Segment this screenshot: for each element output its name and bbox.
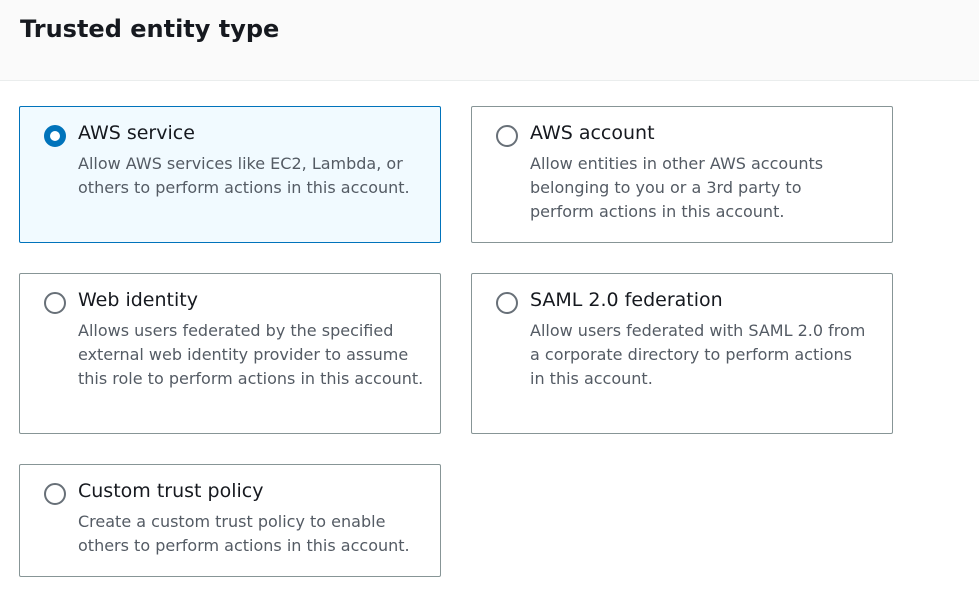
radio-web-identity[interactable] bbox=[44, 292, 66, 314]
tile-aws-account[interactable]: AWS account Allow entities in other AWS … bbox=[471, 106, 893, 243]
tile-web-identity[interactable]: Web identity Allows users federated by t… bbox=[19, 273, 441, 434]
tile-label-saml-federation: SAML 2.0 federation bbox=[530, 289, 723, 311]
radio-saml-federation[interactable] bbox=[496, 292, 518, 314]
tile-description-saml-federation: Allow users federated with SAML 2.0 from… bbox=[530, 321, 866, 388]
tile-description-web-identity: Allows users federated by the specified … bbox=[78, 321, 424, 388]
panel-title: Trusted entity type bbox=[20, 15, 280, 43]
panel-header: Trusted entity type bbox=[0, 0, 979, 81]
tile-label-custom-trust-policy: Custom trust policy bbox=[78, 480, 264, 502]
tile-label-aws-account: AWS account bbox=[530, 122, 655, 144]
tile-description-custom-trust-policy: Create a custom trust policy to enable o… bbox=[78, 512, 410, 555]
tile-saml-federation[interactable]: SAML 2.0 federation Allow users federate… bbox=[471, 273, 893, 434]
tile-label-aws-service: AWS service bbox=[78, 122, 195, 144]
radio-custom-trust-policy[interactable] bbox=[44, 483, 66, 505]
radio-aws-service[interactable] bbox=[44, 125, 66, 147]
tile-label-web-identity: Web identity bbox=[78, 289, 198, 311]
tile-custom-trust-policy[interactable]: Custom trust policy Create a custom trus… bbox=[19, 464, 441, 577]
tile-description-aws-service: Allow AWS services like EC2, Lambda, or … bbox=[78, 154, 410, 197]
tile-description-aws-account: Allow entities in other AWS accounts bel… bbox=[530, 154, 824, 221]
tile-aws-service[interactable]: AWS service Allow AWS services like EC2,… bbox=[19, 106, 441, 243]
radio-aws-account[interactable] bbox=[496, 125, 518, 147]
